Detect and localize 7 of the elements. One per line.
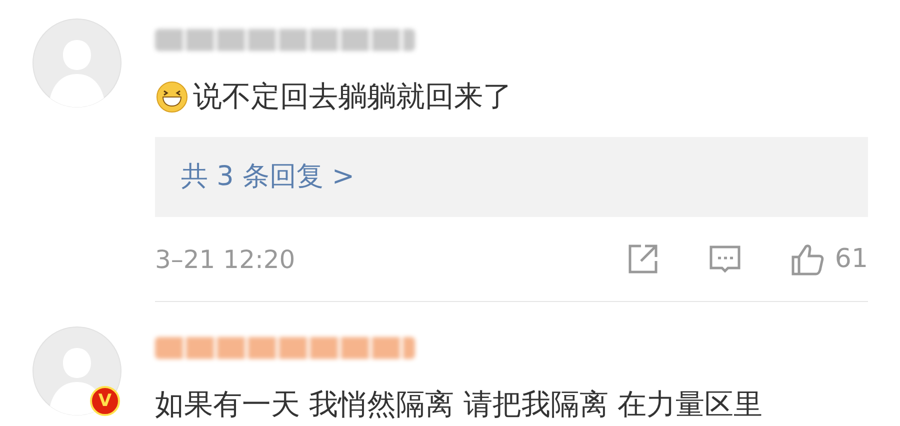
comment-text: 如果有一天 我悄然隔离 请把我隔离 在力量区里 (155, 386, 763, 423)
comment-time: 3–21 12:20 (155, 244, 296, 274)
replies-link[interactable]: 共 3 条回复 > (155, 137, 868, 217)
verified-badge: V (90, 386, 120, 416)
like-button[interactable]: 61 (788, 241, 868, 277)
avatar[interactable] (32, 326, 122, 416)
comment-text: 说不定回去躺躺就回来了 (193, 78, 512, 115)
